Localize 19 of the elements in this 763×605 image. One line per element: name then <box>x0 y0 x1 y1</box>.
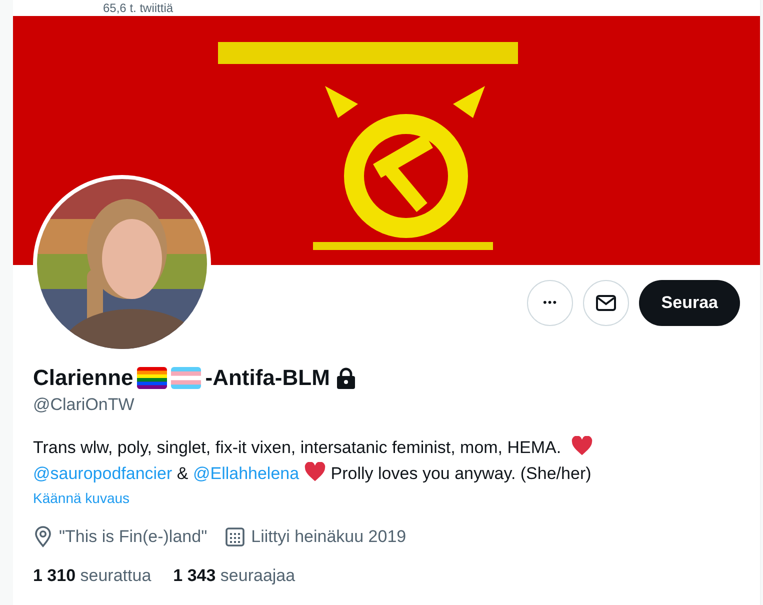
heart-icon <box>570 436 593 456</box>
join-date: Liittyi heinäkuu 2019 <box>251 527 406 547</box>
follow-count-link[interactable]: 1 310 seurattua <box>33 566 152 586</box>
bio-text: Trans wlw, poly, singlet, fix-it vixen, intersatanic feminist, mom, HEMA. @sauropodfancier & @Ellahhelena Prolly loves you anyway. (She/her) <box>33 435 594 485</box>
follow-count-link[interactable]: 1 343 seuraajaa <box>173 566 296 586</box>
heart-icon <box>304 462 326 482</box>
transgender-flag-icon <box>171 367 202 389</box>
calendar-icon <box>225 527 246 547</box>
tweet-count: 65,6 t. twiittiä <box>103 1 174 15</box>
follow-button[interactable]: Seuraa <box>639 280 740 326</box>
rainbow-flag-icon <box>137 367 168 389</box>
envelope-icon <box>595 292 618 314</box>
message-button[interactable] <box>583 280 630 326</box>
user-handle: @ClariOnTW <box>33 395 136 415</box>
display-name: Clarienne <box>33 365 134 391</box>
more-button[interactable]: ••• <box>527 280 574 326</box>
location-pin-icon <box>33 526 53 548</box>
location-text: "This is Fin(e-)land" <box>59 527 208 547</box>
display-name: -Antifa-BLM <box>205 365 330 391</box>
